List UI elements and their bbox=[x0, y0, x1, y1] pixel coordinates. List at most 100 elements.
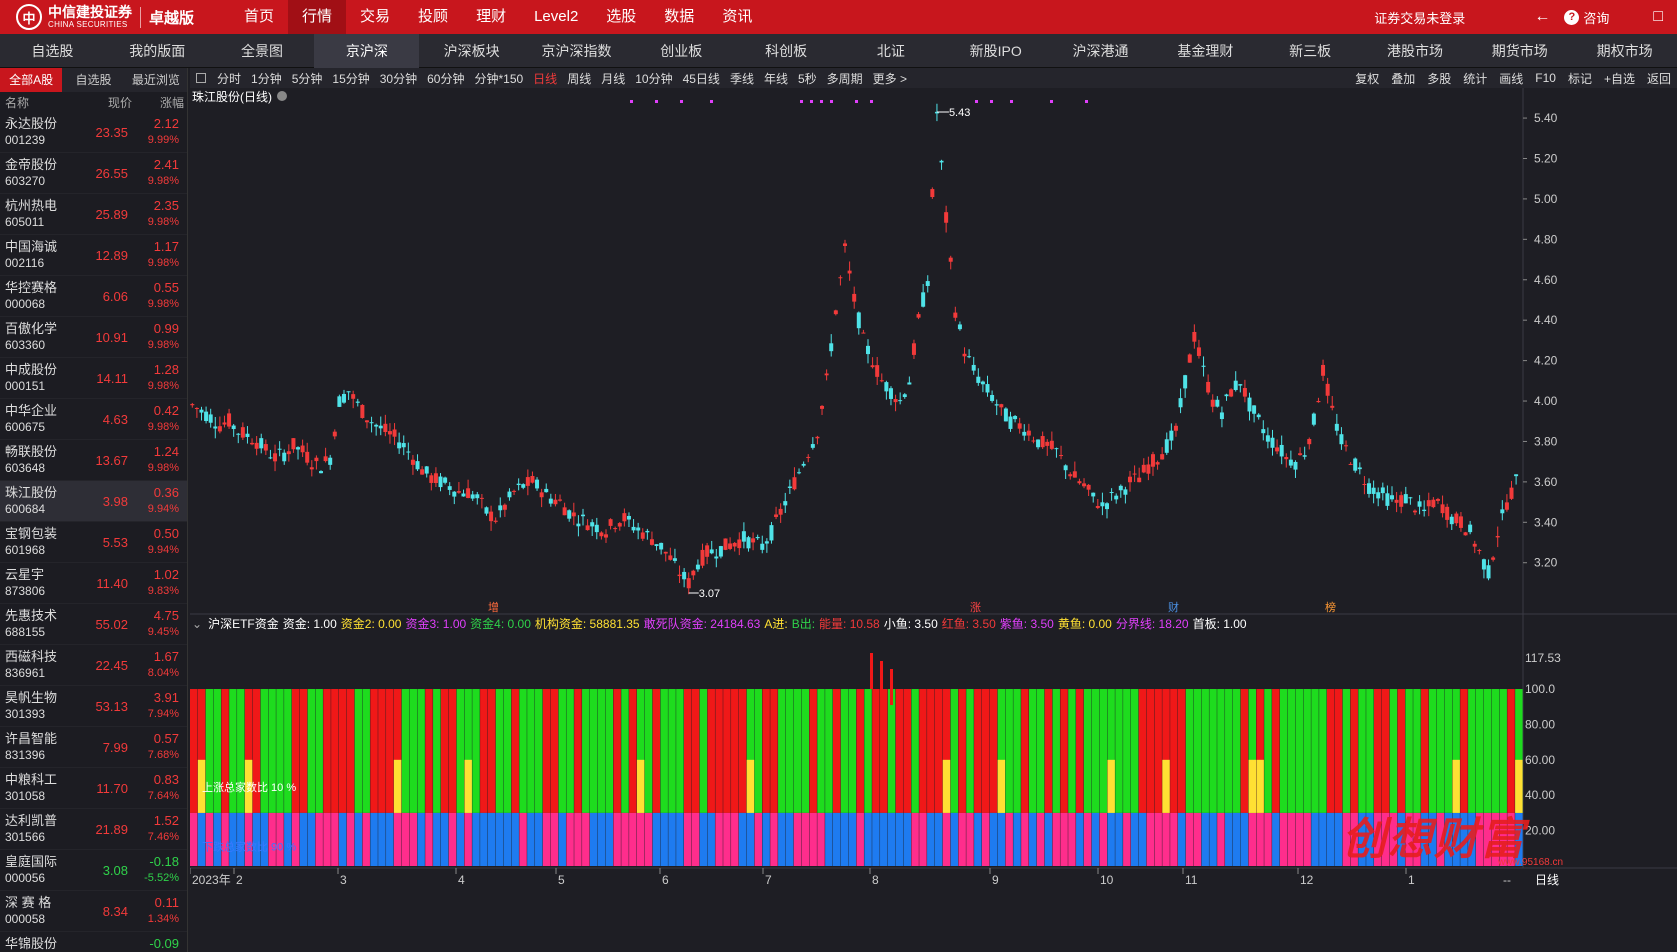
top-nav-item[interactable]: 投顾 bbox=[404, 0, 462, 34]
market-tab[interactable]: 创业板 bbox=[629, 34, 734, 68]
chart-tool[interactable]: 多股 bbox=[1421, 70, 1457, 87]
period-option[interactable]: 15分钟 bbox=[327, 70, 374, 87]
period-option[interactable]: 30分钟 bbox=[375, 70, 422, 87]
market-tab[interactable]: 自选股 bbox=[0, 34, 105, 68]
list-tab[interactable]: 全部A股 bbox=[0, 68, 63, 92]
market-tab[interactable]: 沪深港通 bbox=[1048, 34, 1153, 68]
period-option[interactable]: 5秒 bbox=[793, 70, 822, 87]
chart-tool[interactable]: 统计 bbox=[1457, 70, 1493, 87]
stock-row[interactable]: 中国海诚 002116 12.89 1.17 9.98% bbox=[0, 235, 187, 276]
market-tab[interactable]: 新三板 bbox=[1258, 34, 1363, 68]
stock-row[interactable]: 中成股份 000151 14.11 1.28 9.98% bbox=[0, 358, 187, 399]
period-option[interactable]: 更多 > bbox=[868, 70, 912, 87]
period-option[interactable]: 5分钟 bbox=[287, 70, 328, 87]
top-nav-item[interactable]: 交易 bbox=[346, 0, 404, 34]
chart-area[interactable]: 5.40 5.20 5.00 4.80 4.60 4.40 4.20 4.00 3.80 3.60… bbox=[190, 88, 1677, 952]
stock-row[interactable]: 先惠技术 688155 55.02 4.75 9.45% bbox=[0, 604, 187, 645]
breadth-bar bbox=[1311, 689, 1319, 813]
top-nav-item[interactable]: 数据 bbox=[650, 0, 708, 34]
breadth-bar bbox=[1036, 689, 1045, 813]
stock-row[interactable]: 永达股份 001239 23.35 2.12 9.99% bbox=[0, 112, 187, 153]
stock-row[interactable]: 杭州热电 605011 25.89 2.35 9.98% bbox=[0, 194, 187, 235]
market-tab[interactable]: 新股IPO bbox=[943, 34, 1048, 68]
consult-button[interactable]: ? 咨询 bbox=[1564, 8, 1609, 27]
breadth-bar-lower bbox=[1021, 812, 1029, 866]
market-tab[interactable]: 期权市场 bbox=[1572, 34, 1677, 68]
stock-row[interactable]: 云星宇 873806 11.40 1.02 9.83% bbox=[0, 563, 187, 604]
top-nav-item[interactable]: 行情 bbox=[288, 0, 347, 34]
header-change[interactable]: 涨幅 bbox=[132, 94, 184, 111]
list-tab[interactable]: 最近浏览 bbox=[125, 68, 187, 92]
breadth-bar-lower bbox=[401, 812, 410, 866]
stock-row[interactable]: 百傲化学 603360 10.91 0.99 9.98% bbox=[0, 317, 187, 358]
stock-row[interactable]: 华控赛格 000068 6.06 0.55 9.98% bbox=[0, 276, 187, 317]
top-nav-item[interactable]: 选股 bbox=[592, 0, 650, 34]
breadth-bar-lower bbox=[542, 812, 551, 866]
chart-tool[interactable]: F10 bbox=[1529, 71, 1562, 85]
login-status[interactable]: 证券交易未登录 bbox=[1374, 8, 1465, 27]
period-option[interactable]: 45日线 bbox=[678, 70, 725, 87]
market-tab[interactable]: 期货市场 bbox=[1467, 34, 1572, 68]
stock-row[interactable]: 皇庭国际 000056 3.08 -0.18 -5.52% bbox=[0, 850, 187, 891]
period-option[interactable]: 60分钟 bbox=[422, 70, 469, 87]
back-icon[interactable]: ← bbox=[1534, 8, 1550, 26]
market-tab[interactable]: 全景图 bbox=[210, 34, 315, 68]
market-tab[interactable]: 京沪深 bbox=[314, 34, 420, 68]
period-option[interactable]: 季线 bbox=[725, 70, 759, 87]
header-name[interactable]: 名称 bbox=[0, 94, 80, 111]
chart-tool[interactable]: 标记 bbox=[1562, 70, 1598, 87]
market-tab[interactable]: 港股市场 bbox=[1363, 34, 1468, 68]
stock-row[interactable]: 中粮科工 301058 11.70 0.83 7.64% bbox=[0, 768, 187, 809]
stock-row[interactable]: 达利凯普 301566 21.89 1.52 7.46% bbox=[0, 809, 187, 850]
chart-tool[interactable]: +自选 bbox=[1598, 70, 1641, 87]
stock-row[interactable]: 宝钢包装 601968 5.53 0.50 9.94% bbox=[0, 522, 187, 563]
market-tab[interactable]: 我的版面 bbox=[105, 34, 210, 68]
period-option[interactable]: 日线 bbox=[528, 70, 562, 87]
market-tab[interactable]: 科创板 bbox=[734, 34, 839, 68]
period-option[interactable]: 多周期 bbox=[822, 70, 868, 87]
stock-row[interactable]: 畅联股份 603648 13.67 1.24 9.98% bbox=[0, 440, 187, 481]
indicator-title[interactable]: 沪深ETF资金 bbox=[208, 615, 279, 632]
period-option[interactable]: 年线 bbox=[759, 70, 793, 87]
period-option[interactable]: 10分钟 bbox=[630, 70, 677, 87]
candle-body bbox=[1334, 423, 1339, 431]
chart-tool[interactable]: 画线 bbox=[1493, 70, 1529, 87]
market-tab[interactable]: 基金理财 bbox=[1153, 34, 1258, 68]
layout-toggle-icon[interactable] bbox=[196, 73, 206, 83]
candle-body bbox=[1132, 473, 1137, 475]
chart-settings-icon[interactable] bbox=[277, 91, 287, 101]
top-nav-item[interactable]: 首页 bbox=[230, 0, 288, 34]
stock-row[interactable]: 深 赛 格 000058 8.34 0.11 1.34% bbox=[0, 891, 187, 932]
fullscreen-icon[interactable]: □ bbox=[1653, 8, 1663, 26]
brand-logo[interactable]: 中 中信建投证券 CHINA SECURITIES 卓越版 bbox=[0, 0, 220, 34]
period-option[interactable]: 1分钟 bbox=[246, 70, 287, 87]
breadth-bar-lower bbox=[331, 812, 339, 866]
top-nav-item[interactable]: 资讯 bbox=[708, 0, 766, 34]
period-option[interactable]: 分钟*150 bbox=[469, 70, 528, 87]
stock-row[interactable]: 中华企业 600675 4.63 0.42 9.98% bbox=[0, 399, 187, 440]
market-tab[interactable]: 沪深板块 bbox=[419, 34, 524, 68]
candle-body bbox=[429, 475, 434, 483]
period-option[interactable]: 月线 bbox=[596, 70, 630, 87]
header-price[interactable]: 现价 bbox=[80, 94, 132, 111]
candle-body bbox=[1063, 465, 1068, 471]
list-tab[interactable]: 自选股 bbox=[62, 68, 124, 92]
market-tab[interactable]: 京沪深指数 bbox=[524, 34, 629, 68]
stock-row[interactable]: 华锦股份 -0.09 bbox=[0, 932, 187, 952]
period-option[interactable]: 周线 bbox=[562, 70, 596, 87]
chart-tool[interactable]: 返回 bbox=[1641, 70, 1677, 87]
stock-row[interactable]: 许昌智能 831396 7.99 0.57 7.68% bbox=[0, 727, 187, 768]
top-nav-item[interactable]: 理财 bbox=[462, 0, 520, 34]
stock-row[interactable]: 西磁科技 836961 22.45 1.67 8.04% bbox=[0, 645, 187, 686]
chart-tool[interactable]: 复权 bbox=[1349, 70, 1385, 87]
period-option[interactable]: 分时 bbox=[212, 70, 246, 87]
stock-row[interactable]: 珠江股份 600684 3.98 0.36 9.94% bbox=[0, 481, 187, 522]
chart-tool[interactable]: 叠加 bbox=[1385, 70, 1421, 87]
stock-row[interactable]: 昊帆生物 301393 53.13 3.91 7.94% bbox=[0, 686, 187, 727]
stock-price: 11.40 bbox=[96, 576, 128, 591]
indicator-collapse-icon[interactable]: ⌄ bbox=[192, 617, 202, 631]
breadth-bar bbox=[597, 689, 606, 813]
stock-row[interactable]: 金帝股份 603270 26.55 2.41 9.98% bbox=[0, 153, 187, 194]
market-tab[interactable]: 北证 bbox=[839, 34, 944, 68]
top-nav-item[interactable]: Level2 bbox=[520, 0, 592, 34]
